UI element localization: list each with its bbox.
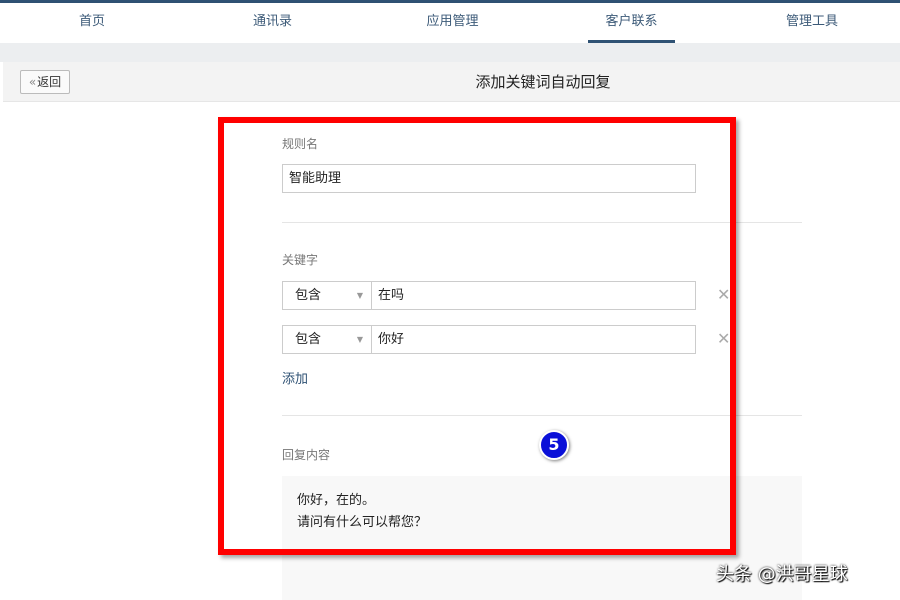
watermark: 头条 @洪哥星球 (716, 560, 848, 586)
nav-contacts[interactable]: 通讯录 (245, 3, 300, 43)
page-title: 添加关键词自动回复 (3, 62, 900, 102)
nav-customer-contact[interactable]: 客户联系 (588, 3, 675, 43)
top-nav: 首页 通讯录 应用管理 客户联系 管理工具 (0, 3, 900, 43)
nav-management-tools[interactable]: 管理工具 (778, 3, 846, 43)
divider-gap (0, 43, 900, 62)
step-badge: 5 (539, 430, 569, 460)
nav-home[interactable]: 首页 (72, 3, 112, 43)
highlight-box (218, 117, 736, 555)
page-header: «返回 添加关键词自动回复 (3, 62, 900, 102)
nav-app-management[interactable]: 应用管理 (420, 3, 485, 43)
